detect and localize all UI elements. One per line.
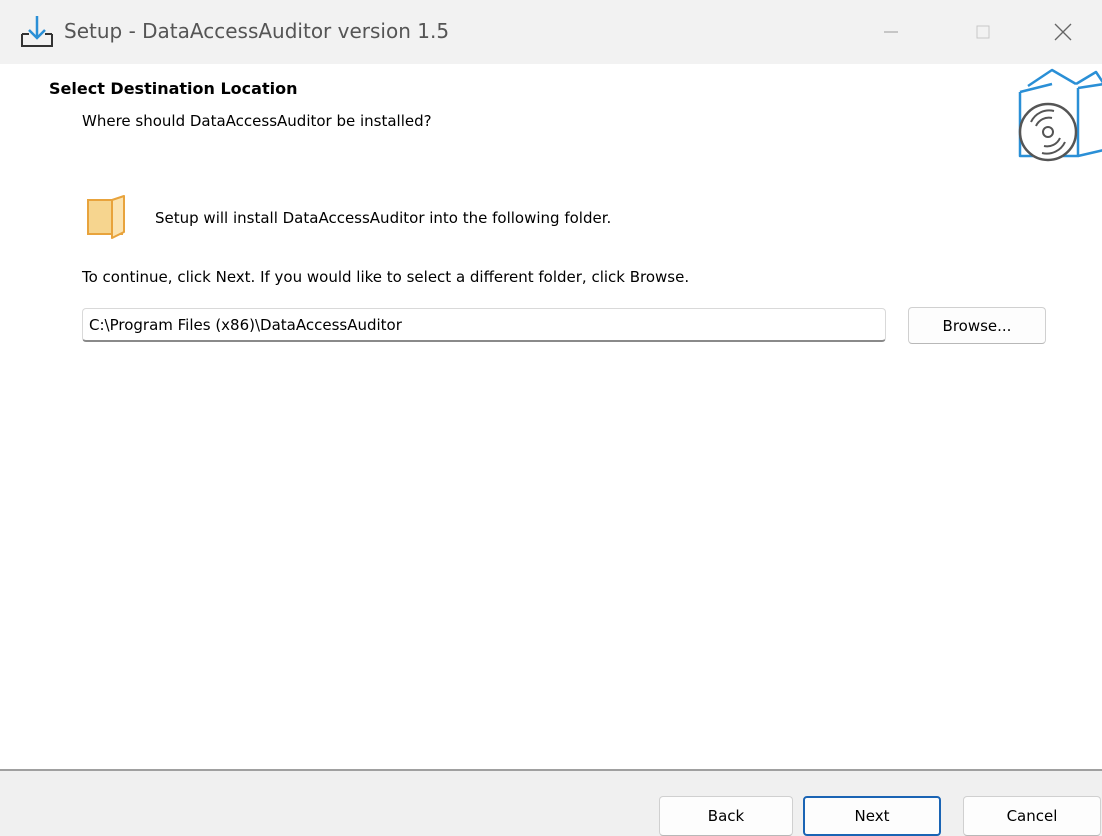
install-info-text: Setup will install DataAccessAuditor int… <box>155 209 612 227</box>
destination-path-input[interactable] <box>82 308 886 342</box>
software-box-disc-icon <box>1018 68 1102 162</box>
maximize-icon <box>976 25 990 39</box>
page-subtitle: Where should DataAccessAuditor be instal… <box>82 112 432 130</box>
window-title: Setup - DataAccessAuditor version 1.5 <box>64 19 450 43</box>
maximize-button[interactable] <box>937 0 1029 64</box>
browse-button[interactable]: Browse... <box>908 307 1046 344</box>
setup-window: Setup - DataAccessAuditor version 1.5 Se… <box>0 0 1102 836</box>
cancel-button[interactable]: Cancel <box>963 796 1101 836</box>
minimize-icon <box>884 31 898 33</box>
setup-download-icon <box>21 16 53 47</box>
title-bar[interactable]: Setup - DataAccessAuditor version 1.5 <box>0 0 1102 64</box>
close-button[interactable] <box>1024 0 1102 64</box>
continue-instructions: To continue, click Next. If you would li… <box>82 268 690 286</box>
back-button[interactable]: Back <box>659 796 793 836</box>
folder-icon <box>87 195 125 239</box>
page-title: Select Destination Location <box>49 79 298 98</box>
next-button[interactable]: Next <box>803 796 941 836</box>
close-icon <box>1054 23 1072 41</box>
minimize-button[interactable] <box>845 0 937 64</box>
